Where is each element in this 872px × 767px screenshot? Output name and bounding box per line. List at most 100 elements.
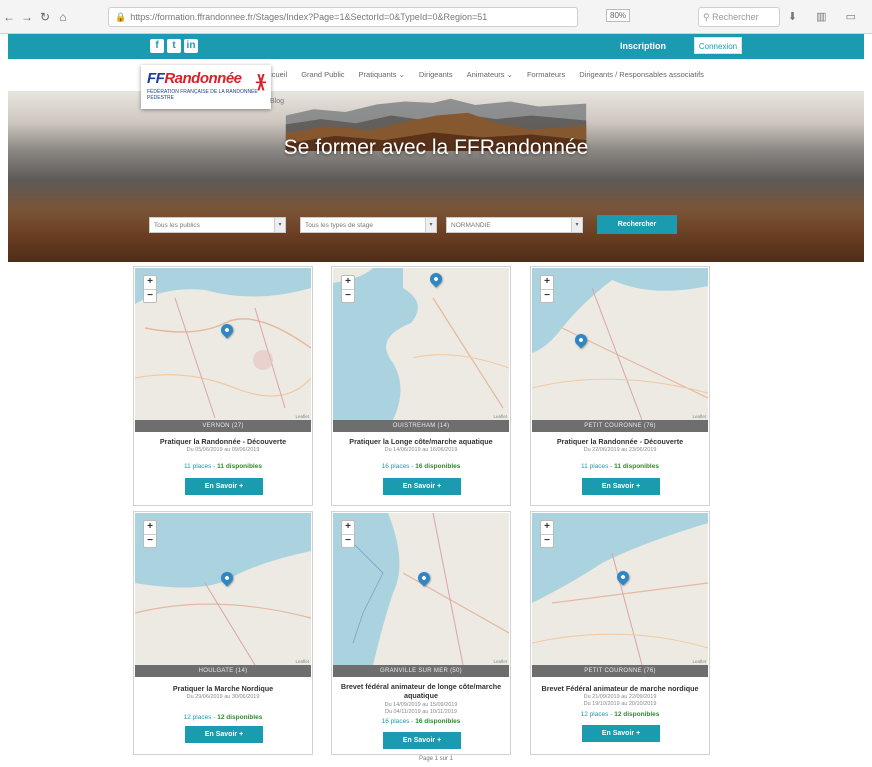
course-card: + − Leaflet PETIT COURONNE (76) Brevet Fé… <box>530 511 710 755</box>
map-attribution[interactable]: Leaflet <box>493 414 507 419</box>
filter-public-select[interactable]: Tous les publics ▾ <box>149 217 286 233</box>
map-attribution[interactable]: Leaflet <box>295 414 309 419</box>
map-tiles <box>135 513 311 665</box>
course-card: + − Leaflet GRANVILLE SUR MER (50) Brevet… <box>331 511 511 755</box>
course-title: Pratiquer la Randonnée - Découverte <box>556 437 684 446</box>
map-zoom-control[interactable]: + − <box>143 275 157 303</box>
course-dates: Du 19/10/2019 au 20/10/2019 <box>583 701 657 707</box>
course-dates: Du 21/09/2019 au 22/09/2019 <box>583 694 657 700</box>
learn-more-button[interactable]: En Savoir + <box>582 478 660 495</box>
search-icon: ⚲ <box>703 12 713 22</box>
learn-more-button[interactable]: En Savoir + <box>383 732 461 749</box>
filter-region-select[interactable]: NORMANDIE ▾ <box>446 217 583 233</box>
course-map[interactable]: + − Leaflet <box>532 268 708 420</box>
zoom-out-button[interactable]: − <box>342 289 354 302</box>
learn-more-button[interactable]: En Savoir + <box>582 725 660 742</box>
map-tiles <box>352 513 509 665</box>
nav-item-formateurs[interactable]: Formateurs <box>527 70 565 79</box>
course-location: OUISTREHAM (14) <box>333 420 509 432</box>
forward-icon[interactable]: → <box>18 10 36 24</box>
nav-item-animateurs[interactable]: Animateurs ⌄ <box>467 70 513 79</box>
course-dates: Du 04/11/2019 au 10/11/2019 <box>385 709 457 715</box>
map-zoom-control[interactable]: + − <box>540 275 554 303</box>
course-places: 11 places - 11 disponibles <box>184 463 262 470</box>
nav-item-blog[interactable]: Blog <box>270 98 284 105</box>
course-map[interactable]: + − Leaflet <box>333 513 509 665</box>
zoom-in-button[interactable]: + <box>342 276 354 289</box>
course-title: Brevet fédéral animateur de longe côte/m… <box>340 682 502 700</box>
zoom-in-button[interactable]: + <box>541 521 553 534</box>
course-title: Brevet Fédéral animateur de marche nordi… <box>541 684 699 693</box>
zoom-out-button[interactable]: − <box>144 289 156 302</box>
connexion-button[interactable]: Connexion <box>694 37 742 54</box>
course-card: + − Leaflet OUISTREHAM (14) Pratiquer la … <box>331 266 511 506</box>
course-places: 11 places - 11 disponibles <box>581 463 659 470</box>
map-zoom-control[interactable]: + − <box>341 520 355 548</box>
map-zoom-control[interactable]: + − <box>540 520 554 548</box>
map-attribution[interactable]: Leaflet <box>295 659 309 664</box>
back-icon[interactable]: ← <box>0 10 18 24</box>
logo-wordmark: FFRandonnée <box>147 70 242 87</box>
url-bar[interactable]: 🔒 https://formation.ffrandonnee.fr/Stage… <box>108 7 578 27</box>
map-zoom-control[interactable]: + − <box>341 275 355 303</box>
course-places: 12 places - 12 disponibles <box>183 714 263 721</box>
filter-type-select[interactable]: Tous les types de stage ▾ <box>300 217 437 233</box>
course-map[interactable]: + − Leaflet <box>532 513 708 665</box>
reload-icon[interactable]: ↻ <box>36 10 54 24</box>
chevron-down-icon: ▾ <box>274 218 285 232</box>
map-tiles <box>532 513 708 665</box>
home-icon[interactable]: ⌂ <box>54 10 72 24</box>
hiker-icon: ᚕ <box>256 71 266 93</box>
zoom-out-button[interactable]: − <box>144 534 156 547</box>
nav-item-responsables[interactable]: Dirigeants / Responsables associatifs <box>579 70 704 79</box>
linkedin-icon[interactable]: in <box>184 39 198 53</box>
search-button[interactable]: Rechercher <box>597 215 677 234</box>
chevron-down-icon: ▾ <box>571 218 582 232</box>
top-header: f t in Inscription Connexion <box>8 34 864 59</box>
course-map[interactable]: + − Leaflet <box>135 268 311 420</box>
learn-more-button[interactable]: En Savoir + <box>383 478 461 495</box>
course-places: 12 places - 12 disponibles <box>580 711 660 718</box>
course-title: Pratiquer la Randonnée - Découverte <box>159 437 287 446</box>
zoom-in-button[interactable]: + <box>342 521 354 534</box>
map-attribution[interactable]: Leaflet <box>692 414 706 419</box>
course-map[interactable]: + − Leaflet <box>135 513 311 665</box>
course-location: HOULGATE (14) <box>135 665 311 677</box>
twitter-icon[interactable]: t <box>167 39 181 53</box>
zoom-out-button[interactable]: − <box>541 534 553 547</box>
map-tiles <box>135 268 311 419</box>
course-card: + − Leaflet HOULGATE (14) Pratiquer la Ma… <box>133 511 313 755</box>
zoom-in-button[interactable]: + <box>144 521 156 534</box>
filter-type-value: Tous les types de stage <box>305 222 373 229</box>
learn-more-button[interactable]: En Savoir + <box>185 726 263 743</box>
zoom-out-button[interactable]: − <box>342 534 354 547</box>
pagination-label: Page 1 sur 1 <box>418 756 454 762</box>
map-zoom-control[interactable]: + − <box>143 520 157 548</box>
nav-item-pratiquants[interactable]: Pratiquants ⌄ <box>359 70 405 79</box>
zoom-in-button[interactable]: + <box>541 276 553 289</box>
course-places: 16 places - 16 disponibles <box>381 463 461 470</box>
course-map[interactable]: + − Leaflet <box>333 268 509 420</box>
course-card: + − Leaflet VERNON (27) Pratiquer la Rand… <box>133 266 313 506</box>
map-attribution[interactable]: Leaflet <box>493 659 507 664</box>
hero-title: Se former avec la FFRandonnée <box>283 136 589 159</box>
learn-more-button[interactable]: En Savoir + <box>185 478 263 495</box>
course-dates: Du 29/06/2019 au 30/06/2019 <box>186 694 260 700</box>
browser-search-input[interactable]: ⚲ Rechercher <box>698 7 780 27</box>
ffrandonnee-logo[interactable]: FFRandonnée FÉDÉRATION FRANÇAISE DE LA R… <box>141 65 271 109</box>
logo-tagline: FÉDÉRATION FRANÇAISE DE LA RANDONNÉE PÉD… <box>147 89 258 101</box>
facebook-icon[interactable]: f <box>150 39 164 53</box>
nav-item-dirigeants[interactable]: Dirigeants <box>419 70 453 79</box>
zoom-out-button[interactable]: − <box>541 289 553 302</box>
course-location: VERNON (27) <box>135 420 311 432</box>
browser-extension-icons[interactable]: ⬇ ▥ ▭ <box>788 10 864 23</box>
nav-item-grand-public[interactable]: Grand Public <box>301 70 344 79</box>
zoom-level[interactable]: 80% <box>606 9 631 22</box>
lock-icon: 🔒 <box>115 11 127 22</box>
map-tiles <box>333 268 509 420</box>
course-dates: Du 05/06/2019 au 09/06/2019 <box>186 447 260 453</box>
map-attribution[interactable]: Leaflet <box>692 659 706 664</box>
inscription-link[interactable]: Inscription <box>620 41 666 51</box>
zoom-in-button[interactable]: + <box>144 276 156 289</box>
course-location: PETIT COURONNE (76) <box>532 665 708 677</box>
